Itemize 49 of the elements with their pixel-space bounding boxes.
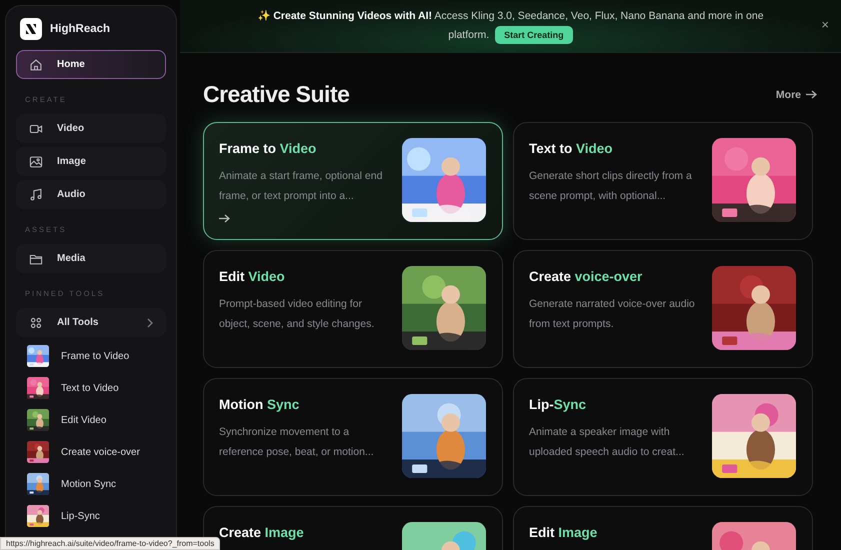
music-note-icon	[29, 188, 43, 202]
pinned-tool-item[interactable]: Frame to Video	[16, 341, 166, 371]
banner-text: ✨ Create Stunning Videos with AI! Access Kling 3.0, Seedance, Veo, Flux, Nano Banana and more in one	[257, 10, 764, 22]
card-title: Edit Video	[219, 269, 286, 284]
tool-card[interactable]: Lip-Sync Animate a speaker image with uploaded speech audio to creat...	[513, 378, 813, 496]
card-title: Lip-Sync	[529, 397, 588, 412]
pinned-tool-item[interactable]: Motion Sync	[16, 469, 166, 499]
sidebar-item[interactable]: Video	[16, 114, 166, 143]
card-description: Animate a speaker image with uploaded speech audio to creat...	[529, 425, 686, 460]
tool-card[interactable]: Motion Sync Synchronize movement to a reference pose, beat, or motion...	[203, 378, 503, 496]
pinned-tool-item[interactable]: Lip-Sync	[16, 501, 166, 531]
pinned-tool-item[interactable]: Create voice-over	[16, 437, 166, 467]
tool-card[interactable]: Edit Image	[513, 506, 813, 550]
sidebar-item[interactable]: Media	[16, 244, 166, 273]
card-description: Generate short clips directly from a scene prompt, with optional...	[529, 169, 693, 204]
tool-card[interactable]: Create voice-over Generate narrated voice-over audio from text prompts.	[513, 250, 813, 368]
home-icon	[29, 58, 43, 72]
tool-card[interactable]: Text to Video Generate short clips directly from a scene prompt, with optional...	[513, 122, 813, 240]
card-title: Text to Video	[529, 141, 614, 156]
tool-card[interactable]: Edit Video Prompt-based video editing for object, scene, and style changes.	[203, 250, 503, 368]
arrow-right-icon	[219, 214, 230, 223]
brand-name: HighReach	[50, 23, 110, 35]
card-title: Create voice-over	[529, 269, 644, 284]
card-description: Generate narrated voice-over audio from text prompts.	[529, 297, 696, 332]
sidebar-item[interactable]: Image	[16, 147, 166, 176]
banner-text: platform.	[448, 29, 490, 41]
status-bar-url: https://highreach.ai/suite/video/frame-to-video?_from=tools	[0, 537, 220, 550]
sidebar-item[interactable]: All Tools	[16, 308, 166, 337]
page-heading: Creative Suite	[203, 81, 350, 108]
image-icon	[29, 154, 43, 168]
arrow-right-icon	[806, 90, 817, 99]
pinned-tool-item[interactable]: Edit Video	[16, 405, 166, 435]
close-button[interactable]: ×	[821, 17, 829, 32]
chevron-right-icon	[147, 318, 153, 328]
sidebar-item[interactable]: Home	[16, 50, 166, 79]
card-title: Motion Sync	[219, 397, 300, 412]
more-link[interactable]: More	[776, 88, 817, 100]
sidebar-item[interactable]: Audio	[16, 180, 166, 209]
card-description: Prompt-based video editing for object, scene, and style changes.	[219, 297, 376, 332]
grid-icon	[29, 316, 43, 330]
card-title: Frame to Video	[219, 141, 318, 156]
card-title: Create Image	[219, 525, 305, 540]
card-description: Animate a start frame, optional end frame, or text prompt into a...	[219, 169, 384, 204]
start-creating-button[interactable]: Start Creating	[495, 26, 573, 44]
tool-card[interactable]: Frame to Video Animate a start frame, optional end frame, or text prompt into a...	[203, 122, 503, 240]
card-title: Edit Image	[529, 525, 598, 540]
logo-icon	[20, 18, 42, 40]
pinned-tool-item[interactable]: Text to Video	[16, 373, 166, 403]
card-description: Synchronize movement to a reference pose, beat, or motion...	[219, 425, 375, 460]
